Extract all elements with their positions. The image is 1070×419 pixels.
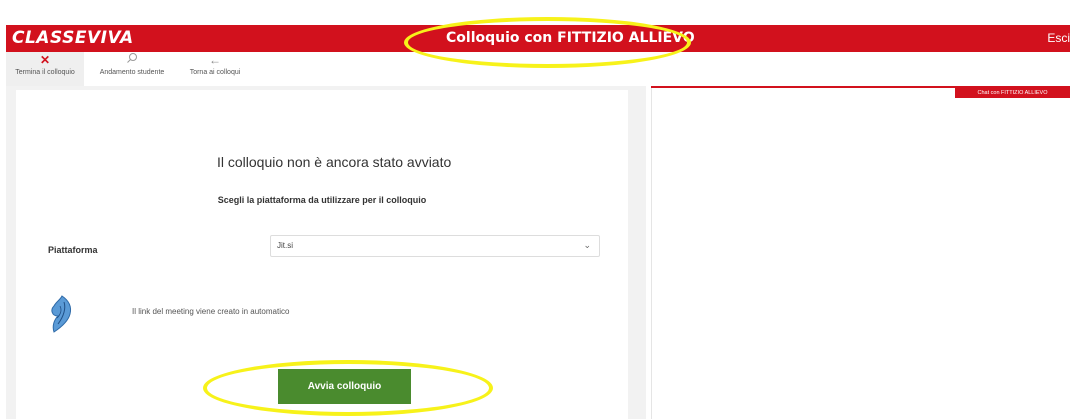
search-icon: [96, 52, 168, 68]
jitsi-logo-icon: [51, 295, 71, 333]
platform-select[interactable]: Jit.si ⌄: [270, 235, 600, 257]
meeting-status-title: Il colloquio non è ancora stato avviato: [217, 154, 452, 170]
button-highlight-ellipse: [203, 360, 493, 416]
student-progress-label: Andamento studente: [99, 69, 165, 76]
platform-select-value: Jit.si: [277, 241, 293, 250]
logout-link[interactable]: Esci: [1047, 31, 1070, 45]
end-meeting-label: Termina il colloquio: [15, 69, 75, 76]
platform-label: Piattaforma: [48, 245, 98, 255]
title-highlight-ellipse: [404, 17, 691, 68]
chat-panel: [651, 86, 1070, 419]
auto-link-note: Il link del meeting viene creato in auto…: [132, 307, 290, 316]
back-to-meetings-label: Torna ai colloqui: [189, 69, 241, 76]
chevron-down-icon: ⌄: [583, 240, 591, 250]
app-window: CLASSEVIVA Colloquio con FITTIZIO ALLIEV…: [0, 0, 1070, 419]
chat-tab[interactable]: Chat con FITTIZIO ALLIEVO: [955, 88, 1070, 98]
back-to-meetings-button[interactable]: ← Torna ai colloqui: [182, 52, 248, 86]
back-arrow-icon: ←: [209, 53, 221, 67]
app-logo[interactable]: CLASSEVIVA: [12, 28, 134, 48]
platform-instruction: Scegli la piattaforma da utilizzare per …: [217, 195, 427, 205]
close-icon: ✕: [39, 53, 51, 67]
student-progress-button[interactable]: Andamento studente: [96, 52, 168, 86]
end-meeting-button[interactable]: ✕ Termina il colloquio: [6, 52, 84, 86]
